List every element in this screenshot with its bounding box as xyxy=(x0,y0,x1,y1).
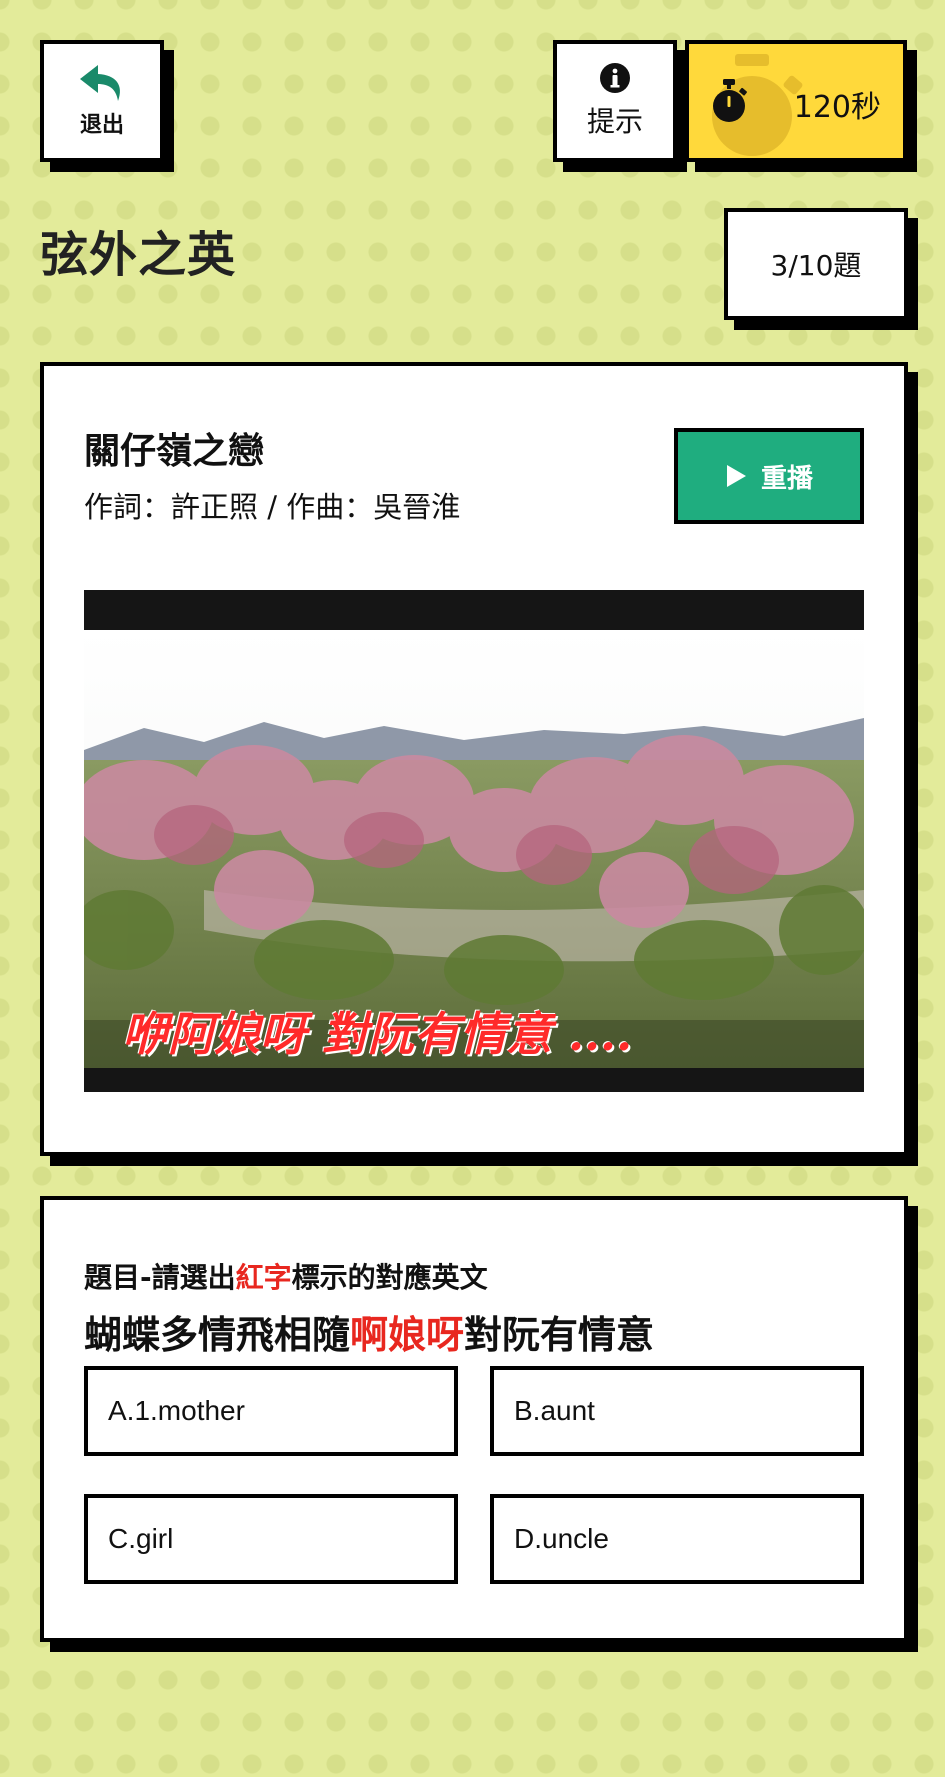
stopwatch-icon xyxy=(713,79,747,122)
timer-value: 120秒 xyxy=(793,90,881,125)
option-c[interactable]: C.girl xyxy=(84,1494,458,1584)
hint-label: 提示 xyxy=(586,105,643,138)
option-b[interactable]: B.aunt xyxy=(490,1366,864,1456)
question-text-post: 對阮有情意 xyxy=(464,1313,655,1357)
video-lyric-caption: 咿阿娘呀 對阮有情意 .... xyxy=(122,1007,633,1061)
instruction-red: 紅字 xyxy=(235,1261,292,1294)
song-card: 關仔嶺之戀 作詞：許正照 / 作曲：吳晉淮 重播 咿阿娘呀 對阮有情意 .... xyxy=(40,362,908,1156)
play-icon xyxy=(726,465,746,487)
option-d[interactable]: D.uncle xyxy=(490,1494,864,1584)
replay-button[interactable]: 重播 xyxy=(674,428,864,524)
question-text-pre: 蝴蝶多情飛相隨 xyxy=(84,1313,351,1357)
info-circle-icon xyxy=(600,63,630,93)
question-text: 蝴蝶多情飛相隨啊娘呀對阮有情意 xyxy=(84,1304,654,1359)
song-title: 關仔嶺之戀 xyxy=(84,431,265,472)
question-card: 題目-請選出紅字標示的對應英文 蝴蝶多情飛相隨啊娘呀對阮有情意 A.1.moth… xyxy=(40,1196,908,1642)
song-credits: 作詞：許正照 / 作曲：吳晉淮 xyxy=(84,490,461,524)
exit-button[interactable]: 退出 xyxy=(40,40,164,162)
question-progress: 3/10題 xyxy=(724,208,908,320)
question-text-highlight: 啊娘呀 xyxy=(350,1313,465,1357)
instruction-pre: 題目-請選出 xyxy=(84,1261,236,1294)
exit-label: 退出 xyxy=(79,113,124,138)
replay-label: 重播 xyxy=(760,463,813,494)
hint-button[interactable]: 提示 xyxy=(553,40,677,162)
option-a[interactable]: A.1.mother xyxy=(84,1366,458,1456)
question-instruction: 題目-請選出紅字標示的對應英文 xyxy=(84,1256,488,1296)
video-player[interactable]: 咿阿娘呀 對阮有情意 .... xyxy=(84,590,864,1092)
timer-badge: 120秒 xyxy=(685,40,907,162)
undo-arrow-icon xyxy=(80,65,120,101)
instruction-post: 標示的對應英文 xyxy=(291,1261,488,1294)
page-title: 弦外之英 xyxy=(40,227,237,283)
